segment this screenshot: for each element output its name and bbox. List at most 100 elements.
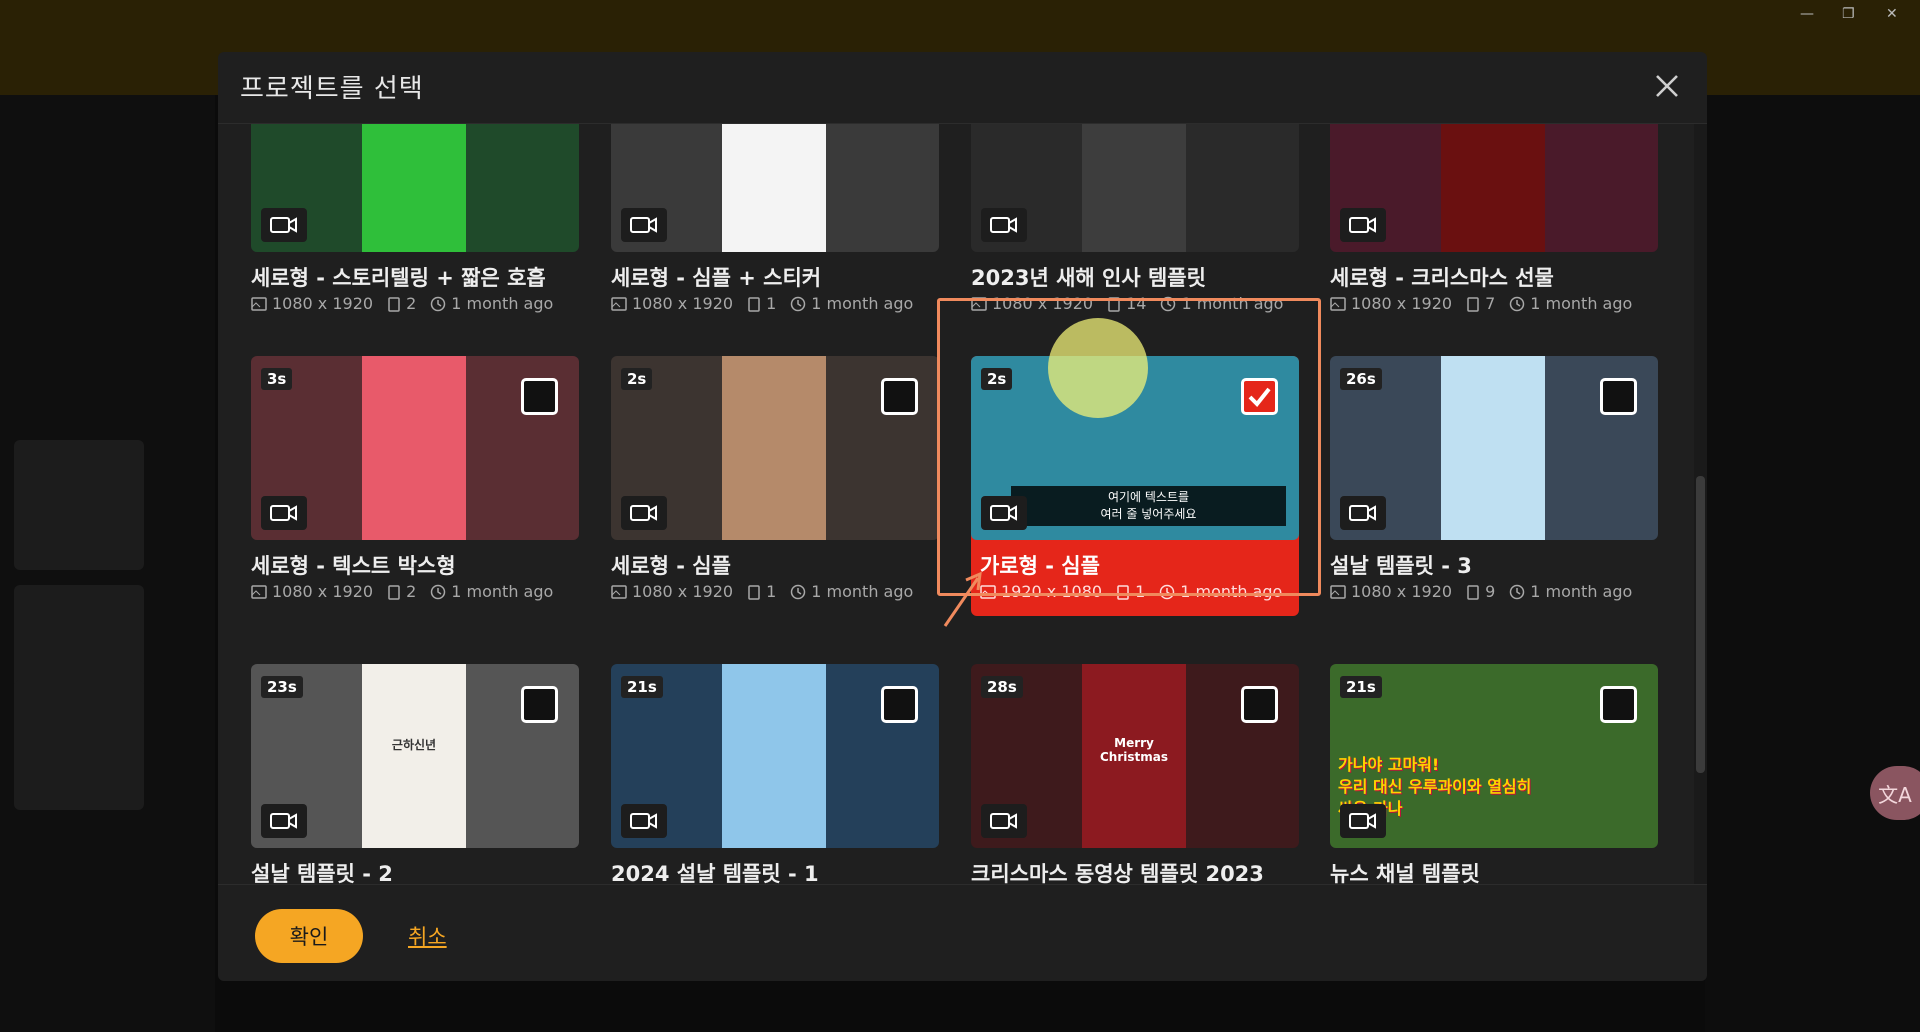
close-icon (1656, 75, 1678, 97)
project-thumbnail (971, 124, 1299, 252)
project-title: 뉴스 채널 템플릿 (1330, 862, 1480, 884)
thumbnail-preview (1441, 124, 1545, 252)
thumbnail-preview (722, 664, 826, 848)
project-title: 설날 템플릿 - 3 (1330, 554, 1472, 578)
project-title: 세로형 - 심플 (611, 554, 731, 578)
modal-title: 프로젝트를 선택 (240, 74, 424, 104)
image-icon (1330, 296, 1346, 311)
project-thumbnail (1330, 124, 1658, 252)
project-card[interactable]: 근하신년23s설날 템플릿 - 21080 x 192081 month ago (251, 664, 579, 884)
project-card[interactable]: 21s2024 설날 템플릿 - 11080 x 192091 month ag… (611, 664, 939, 884)
updated-time: 1 month ago (790, 582, 913, 601)
video-camera-icon (1340, 804, 1386, 838)
select-checkbox[interactable] (1600, 378, 1637, 415)
project-card[interactable]: Merry Christmas28s크리스마스 동영상 템플릿 20231080… (971, 664, 1299, 884)
select-checkbox[interactable] (881, 378, 918, 415)
background-right-panel (1705, 95, 1920, 1032)
page-count: 2 (387, 294, 416, 313)
updated-time: 1 month ago (430, 582, 553, 601)
close-modal-button[interactable] (1647, 66, 1687, 106)
project-card[interactable]: 3s 세로형 - 텍스트 박스형 1080 x 1920 2 1 month ago (251, 356, 579, 616)
pages-icon (388, 296, 400, 312)
page-count: 9 (1466, 582, 1495, 601)
thumbnail-text: Merry Christmas (1099, 736, 1168, 764)
video-camera-icon (981, 804, 1027, 838)
image-icon (611, 296, 627, 311)
window-minimize-button[interactable]: — (1800, 6, 1814, 22)
page-count: 1 (747, 294, 776, 313)
select-checkbox[interactable] (1241, 686, 1278, 723)
pages-icon (1467, 296, 1479, 312)
select-checkbox[interactable] (1600, 686, 1637, 723)
resolution: 1080 x 1920 (1330, 294, 1452, 313)
confirm-button[interactable]: 확인 (255, 909, 363, 963)
thumbnail-preview: 근하신년 (362, 664, 466, 848)
updated-time: 1 month ago (430, 294, 553, 313)
clock-icon (791, 296, 806, 311)
image-icon (611, 584, 627, 599)
translate-button[interactable]: 文A (1870, 766, 1920, 820)
select-checkbox[interactable] (521, 378, 558, 415)
project-meta: 1080 x 1920 7 1 month ago (1330, 294, 1646, 313)
project-thumbnail: 21s (611, 664, 939, 848)
video-camera-icon (1340, 496, 1386, 530)
page-count: 7 (1466, 294, 1495, 313)
pages-icon (748, 584, 760, 600)
resolution: 1080 x 1920 (251, 582, 373, 601)
project-card[interactable]: 세로형 - 크리스마스 선물 1080 x 1920 7 1 month ago (1330, 124, 1658, 328)
project-title: 세로형 - 텍스트 박스형 (251, 554, 456, 578)
project-thumbnail: Merry Christmas 28s (971, 664, 1299, 848)
pages-icon (1467, 584, 1479, 600)
project-card[interactable]: 2s 세로형 - 심플 1080 x 1920 1 1 month ago (611, 356, 939, 616)
duration-badge: 3s (261, 368, 293, 390)
scrollbar-thumb[interactable] (1696, 476, 1705, 773)
page-count: 1 (747, 582, 776, 601)
duration-badge: 28s (981, 676, 1023, 698)
clock-icon (1510, 584, 1525, 599)
select-checkbox[interactable] (521, 686, 558, 723)
thumbnail-preview (362, 356, 466, 540)
video-camera-icon (621, 804, 667, 838)
project-meta: 1080 x 1920 1 1 month ago (611, 294, 927, 313)
project-card[interactable]: 가나야 고마워! 우리 대신 우루과이와 열심히 싸운 가나21s 뉴스 채널 템… (1330, 664, 1658, 884)
video-camera-icon (261, 208, 307, 242)
select-checkbox[interactable] (881, 686, 918, 723)
duration-badge: 2s (621, 368, 653, 390)
resolution: 1080 x 1920 (611, 294, 733, 313)
project-thumbnail (251, 124, 579, 252)
clock-icon (791, 584, 806, 599)
project-title: 세로형 - 스토리텔링 + 짧은 호흡 (251, 266, 546, 290)
window-maximize-button[interactable]: ❐ (1842, 6, 1855, 22)
clock-icon (431, 296, 446, 311)
project-title: 세로형 - 크리스마스 선물 (1330, 266, 1554, 290)
project-card[interactable]: 세로형 - 스토리텔링 + 짧은 호흡 1080 x 1920 2 1 month a… (251, 124, 579, 328)
project-thumbnail: 26s (1330, 356, 1658, 540)
updated-time: 1 month ago (1509, 582, 1632, 601)
image-icon (251, 584, 267, 599)
modal-header: 프로젝트를 선택 (218, 52, 1707, 124)
project-card[interactable]: 26s 설날 템플릿 - 3 1080 x 1920 9 1 month ago (1330, 356, 1658, 616)
project-thumbnail: 가나야 고마워! 우리 대신 우루과이와 열심히 싸운 가나21s (1330, 664, 1658, 848)
cancel-link[interactable]: 취소 (408, 921, 447, 951)
project-title: 크리스마스 동영상 템플릿 2023 (971, 862, 1264, 884)
resolution: 1080 x 1920 (611, 582, 733, 601)
duration-badge: 21s (621, 676, 663, 698)
pointer-arrow-icon (943, 571, 982, 627)
window-close-button[interactable]: ✕ (1886, 6, 1898, 22)
project-thumbnail: 근하신년 23s (251, 664, 579, 848)
project-meta: 1080 x 1920 1 1 month ago (611, 582, 927, 601)
video-camera-icon (621, 496, 667, 530)
project-card[interactable]: 세로형 - 심플 + 스티커 1080 x 1920 1 1 month ago (611, 124, 939, 328)
resolution: 1080 x 1920 (1330, 582, 1452, 601)
thumbnail-preview (722, 356, 826, 540)
project-meta: 1080 x 1920 2 1 month ago (251, 582, 567, 601)
project-meta: 1080 x 1920 9 1 month ago (1330, 582, 1646, 601)
image-icon (251, 296, 267, 311)
duration-badge: 26s (1340, 368, 1382, 390)
page-count: 2 (387, 582, 416, 601)
background-left-panel (0, 95, 215, 1032)
thumbnail-preview (1441, 356, 1545, 540)
project-title: 세로형 - 심플 + 스티커 (611, 266, 822, 290)
project-title: 2024 설날 템플릿 - 1 (611, 862, 819, 884)
cursor-highlight (1048, 318, 1148, 418)
